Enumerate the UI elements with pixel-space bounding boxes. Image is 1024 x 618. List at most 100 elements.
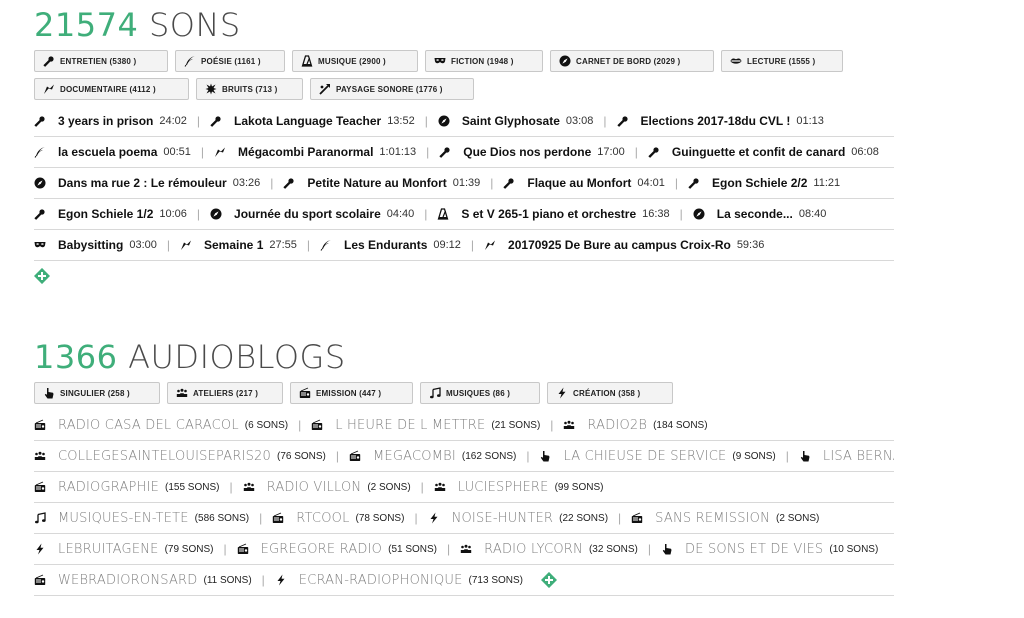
sound-duration: 13:52 xyxy=(387,115,415,127)
audioblog-link[interactable]: SANS REMISSION (2 SONS) xyxy=(631,511,819,526)
audioblog-link[interactable]: LA CHIEUSE DE SERVICE (9 SONS) xyxy=(539,449,776,464)
sons-category-filters: ENTRETIEN (5380 ) POÉSIE (1161 ) MUSIQUE… xyxy=(34,50,854,106)
separator: | xyxy=(414,511,418,525)
separator: | xyxy=(424,207,428,221)
audioblog-link[interactable]: L HEURE DE L METTRE (21 SONS) xyxy=(311,418,540,433)
separator: | xyxy=(785,449,789,463)
audioblog-link[interactable]: MUSIQUES-EN-TETE (586 SONS) xyxy=(34,511,249,526)
sound-link[interactable]: Flaque au Monfort 04:01 xyxy=(503,176,665,190)
list-row: Dans ma rue 2 : Le rémouleur 03:26 | Petite… xyxy=(34,168,894,199)
more-sons-plus-icon[interactable] xyxy=(34,268,50,284)
audioblogs-category-button[interactable]: SINGULIER (258 ) xyxy=(34,382,160,404)
audioblog-link[interactable]: LISA BERNAT(1 SON) xyxy=(799,449,894,464)
sons-category-button[interactable]: POÉSIE (1161 ) xyxy=(175,50,285,72)
splat-icon xyxy=(205,83,217,95)
music-note-icon xyxy=(429,387,441,399)
separator: | xyxy=(259,511,263,525)
audioblog-link[interactable]: MEGACOMBI (162 SONS) xyxy=(349,449,516,464)
sound-link[interactable]: Lakota Language Teacher 13:52 xyxy=(210,114,415,128)
sound-link[interactable]: La seconde... 08:40 xyxy=(693,207,826,221)
audioblog-link[interactable]: DE SONS ET DE VIES (10 SONS) xyxy=(661,542,878,557)
sound-title: Elections 2017-18du CVL ! xyxy=(640,114,791,128)
sons-category-button[interactable]: PAYSAGE SONORE (1776 ) xyxy=(310,78,474,100)
audioblogs-category-button[interactable]: CRÉATION (358 ) xyxy=(547,382,673,404)
sound-link[interactable]: Journée du sport scolaire 04:40 xyxy=(210,207,414,221)
sound-title: Egon Schiele 2/2 xyxy=(712,176,808,190)
sound-link[interactable]: Dans ma rue 2 : Le rémouleur 03:26 xyxy=(34,176,260,190)
audioblog-name: RADIO VILLON xyxy=(266,479,362,495)
list-row: RADIOGRAPHIE (155 SONS) | RADIO VILLON (2 SO… xyxy=(34,472,894,503)
lightning-icon xyxy=(428,512,440,524)
sound-link[interactable]: Saint Glyphosate 03:08 xyxy=(438,114,593,128)
sound-title: Mégacombi Paranormal xyxy=(238,145,374,159)
list-row: MUSIQUES-EN-TETE (586 SONS) | RTCOOL (78 SON… xyxy=(34,503,894,534)
audioblogs-category-filters: SINGULIER (258 ) ATELIERS (217 ) EMISSIO… xyxy=(34,382,854,410)
audioblog-name: LISA BERNAT xyxy=(822,448,894,464)
audioblog-name: MEGACOMBI xyxy=(373,448,456,464)
audioblog-link[interactable]: WEBRADIORONSARD (11 SONS) xyxy=(34,573,252,588)
sons-category-button[interactable]: MUSIQUE (2900 ) xyxy=(292,50,418,72)
sound-duration: 01:39 xyxy=(452,177,481,189)
sound-link[interactable]: Egon Schiele 2/2 11:21 xyxy=(688,176,840,190)
sound-link[interactable]: Semaine 1 27:55 xyxy=(180,238,297,252)
sons-category-button[interactable]: DOCUMENTAIRE (4112 ) xyxy=(34,78,189,100)
audioblog-name: COLLEGESAINTELOUISEPARIS20 xyxy=(58,448,271,464)
sound-link[interactable]: Les Endurants 09:12 xyxy=(320,238,461,252)
sound-duration: 01:13 xyxy=(796,115,824,127)
more-audioblogs-plus-icon[interactable] xyxy=(541,572,557,588)
audioblog-link[interactable]: LEBRUITAGENE (79 SONS) xyxy=(34,542,213,557)
sons-category-button[interactable]: FICTION (1948 ) xyxy=(425,50,543,72)
audioblog-name: RADIOGRAPHIE xyxy=(58,479,160,495)
sound-link[interactable]: Guinguette et confit de canard 06:08 xyxy=(648,145,879,159)
flag-icon xyxy=(180,239,192,251)
sound-link[interactable]: Que Dios nos perdone 17:00 xyxy=(439,145,625,159)
audioblog-name: MUSIQUES-EN-TETE xyxy=(58,510,189,526)
audioblog-link[interactable]: EGREGORE RADIO (51 SONS) xyxy=(237,542,437,557)
pointer-hand-icon xyxy=(539,450,551,462)
sound-link[interactable]: S et V 265-1 piano et orchestre 16:38 xyxy=(437,207,670,221)
sons-category-button[interactable]: CARNET DE BORD (2029 ) xyxy=(550,50,714,72)
category-label: ENTRETIEN (5380 ) xyxy=(60,56,137,66)
audioblog-link[interactable]: COLLEGESAINTELOUISEPARIS20 (76 SONS) xyxy=(34,449,326,464)
group-icon xyxy=(434,481,446,493)
audioblog-sound-count: (713 SONS) xyxy=(468,574,523,586)
audioblog-sound-count: (6 SONS) xyxy=(244,419,289,431)
sons-label: SONS xyxy=(148,6,241,44)
sound-link[interactable]: la escuela poema 00:51 xyxy=(34,145,191,159)
audioblog-link[interactable]: RADIOGRAPHIE (155 SONS) xyxy=(34,480,219,495)
separator: | xyxy=(603,114,607,128)
separator: | xyxy=(306,238,311,252)
compass-icon xyxy=(559,55,571,67)
sound-link[interactable]: Egon Schiele 1/2 10:06 xyxy=(34,207,187,221)
category-label: MUSIQUE (2900 ) xyxy=(318,56,386,66)
radio-icon xyxy=(237,543,249,555)
sound-link[interactable]: Mégacombi Paranormal 1:01:13 xyxy=(214,145,416,159)
audioblog-link[interactable]: RTCOOL (78 SONS) xyxy=(272,511,404,526)
audioblog-link[interactable]: ECRAN-RADIOPHONIQUE (713 SONS) xyxy=(275,573,523,588)
sound-link[interactable]: Babysitting 03:00 xyxy=(34,238,157,252)
list-row: Babysitting 03:00 | Semaine 1 27:55 | Les Endu… xyxy=(34,230,894,261)
audioblog-link[interactable]: RADIO VILLON (2 SONS) xyxy=(243,480,411,495)
audioblog-sound-count: (79 SONS) xyxy=(164,543,214,555)
sound-link[interactable]: Petite Nature au Monfort 01:39 xyxy=(283,176,480,190)
sons-category-button[interactable]: ENTRETIEN (5380 ) xyxy=(34,50,168,72)
sound-link[interactable]: 3 years in prison 24:02 xyxy=(34,114,187,128)
sound-link[interactable]: Elections 2017-18du CVL ! 01:13 xyxy=(616,114,824,128)
audioblog-link[interactable]: NOISE-HUNTER (22 SONS) xyxy=(428,511,608,526)
audioblogs-category-button[interactable]: MUSIQUES (86 ) xyxy=(420,382,540,404)
audioblog-link[interactable]: RADIO2B (184 SONS) xyxy=(563,418,708,433)
audioblog-sound-count: (9 SONS) xyxy=(732,450,776,462)
separator: | xyxy=(223,542,227,556)
sons-list: 3 years in prison 24:02 | Lakota Language T… xyxy=(34,106,894,261)
audioblogs-category-button[interactable]: ATELIERS (217 ) xyxy=(167,382,283,404)
audioblog-link[interactable]: LUCIESPHERE (99 SONS) xyxy=(434,480,603,495)
sound-link[interactable]: 20170925 De Bure au campus Croix-Ro 59:36 xyxy=(484,238,764,252)
sons-category-button[interactable]: LECTURE (1555 ) xyxy=(721,50,843,72)
sound-duration: 04:40 xyxy=(386,208,415,220)
separator: | xyxy=(261,573,265,587)
audioblog-sound-count: (11 SONS) xyxy=(203,574,252,586)
audioblog-link[interactable]: RADIO CASA DEL CARACOL (6 SONS) xyxy=(34,418,288,433)
audioblog-link[interactable]: RADIO LYCORN (32 SONS) xyxy=(460,542,638,557)
audioblogs-category-button[interactable]: EMISSION (447 ) xyxy=(290,382,413,404)
sons-category-button[interactable]: BRUITS (713 ) xyxy=(196,78,303,100)
